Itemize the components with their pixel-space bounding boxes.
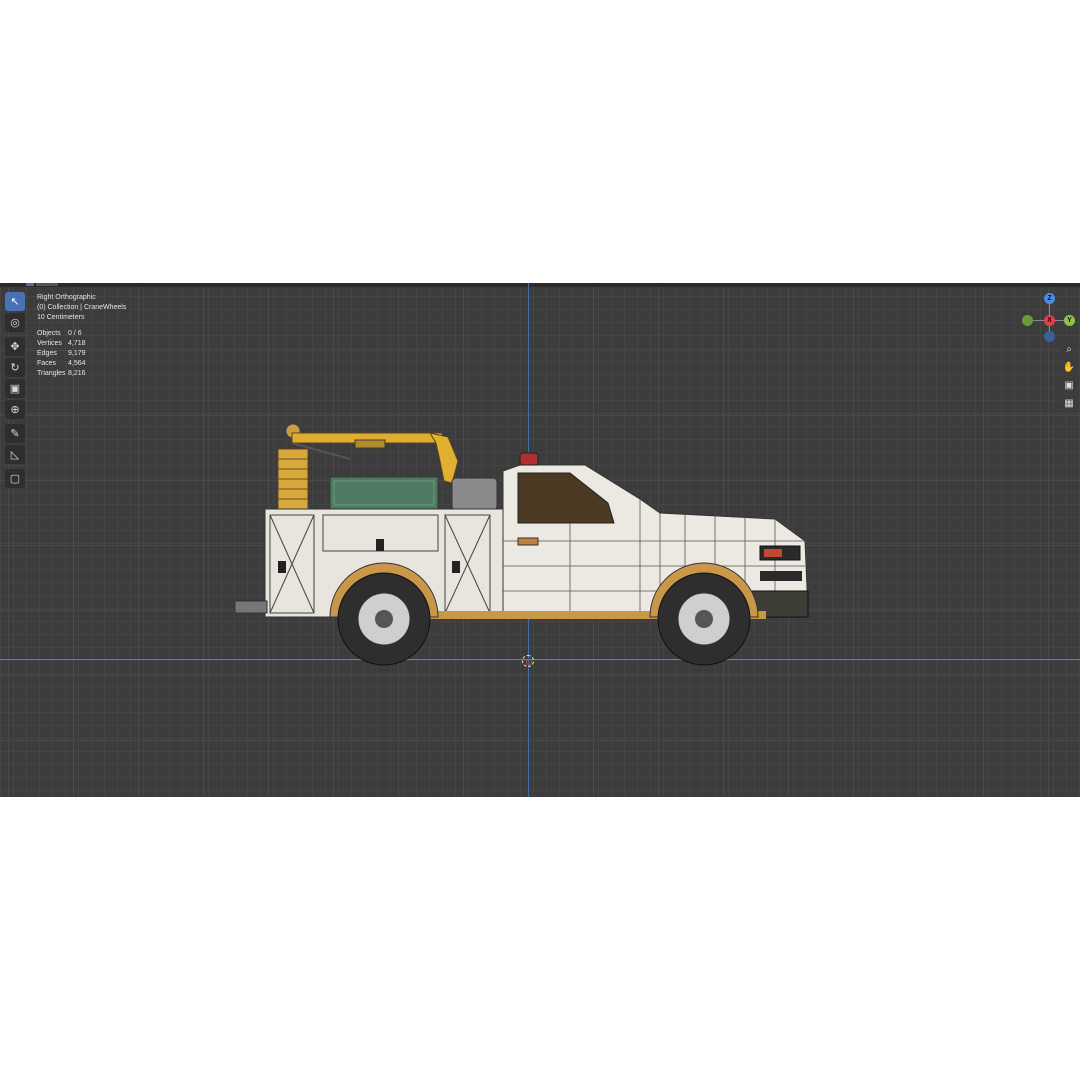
pan-icon[interactable]: ✋ (1061, 359, 1077, 375)
stat-edges: Edges 9,179 (37, 350, 86, 357)
gizmo-y-axis[interactable]: Y (1064, 315, 1075, 326)
scale-icon[interactable]: ▣ (5, 379, 25, 398)
cursor-icon[interactable]: ◎ (5, 313, 25, 332)
roof-beacon (519, 452, 539, 466)
camera-icon[interactable]: ▣ (1061, 377, 1077, 393)
front-wheel (657, 572, 751, 666)
crane-hook-arm (428, 432, 459, 484)
zoom-icon[interactable]: ⌕ (1061, 341, 1077, 357)
scene-statistics: Objects 0 / 6 Vertices 4,718 Edges 9,179 Fa… (37, 329, 126, 379)
collection-label: (0) Collection | CraneWheels (37, 304, 127, 311)
gizmo-z-axis[interactable]: Z (1044, 293, 1055, 304)
toolbox (329, 476, 439, 510)
tank (451, 477, 498, 511)
measure-icon[interactable]: ◺ (5, 445, 25, 464)
rotate-icon[interactable]: ↻ (5, 358, 25, 377)
3d-viewport[interactable]: ↖ ◎ ✥ ↻ ▣ ⊕ ✎ ◺ ▢ Right Orthographic (0)… (0, 283, 1080, 797)
transform-icon[interactable]: ⊕ (5, 400, 25, 419)
move-icon[interactable]: ✥ (5, 337, 25, 356)
view-name: Right Orthographic (37, 294, 96, 301)
grid-icon[interactable]: ▦ (1061, 395, 1077, 411)
viewport-header-strip (0, 283, 1080, 287)
viewport-info-overlay: Right Orthographic (0) Collection | Cran… (37, 293, 126, 379)
gizmo-neg-z-axis[interactable] (1044, 331, 1055, 342)
stat-vertices: Vertices 4,718 (37, 340, 86, 347)
gizmo-neg-y-axis[interactable] (1022, 315, 1033, 326)
rear-wheel (337, 572, 431, 666)
truck-model[interactable] (230, 421, 810, 666)
navigation-controls: ⌕ ✋ ▣ ▦ (1061, 341, 1077, 411)
tool-shelf: ↖ ◎ ✥ ↻ ▣ ⊕ ✎ ◺ ▢ (5, 292, 27, 488)
3d-cursor[interactable] (522, 655, 534, 667)
rear-bumper (234, 600, 268, 614)
annotate-icon[interactable]: ✎ (5, 424, 25, 443)
add-cube-icon[interactable]: ▢ (5, 469, 25, 488)
gizmo-x-axis[interactable]: X (1044, 315, 1055, 326)
stat-triangles: Triangles 8,216 (37, 370, 86, 377)
stat-objects: Objects 0 / 6 (37, 330, 82, 337)
stat-faces: Faces 4,564 (37, 360, 86, 367)
grid-scale-label: 10 Centimeters (37, 314, 85, 321)
select-box-icon[interactable]: ↖ (5, 292, 25, 311)
